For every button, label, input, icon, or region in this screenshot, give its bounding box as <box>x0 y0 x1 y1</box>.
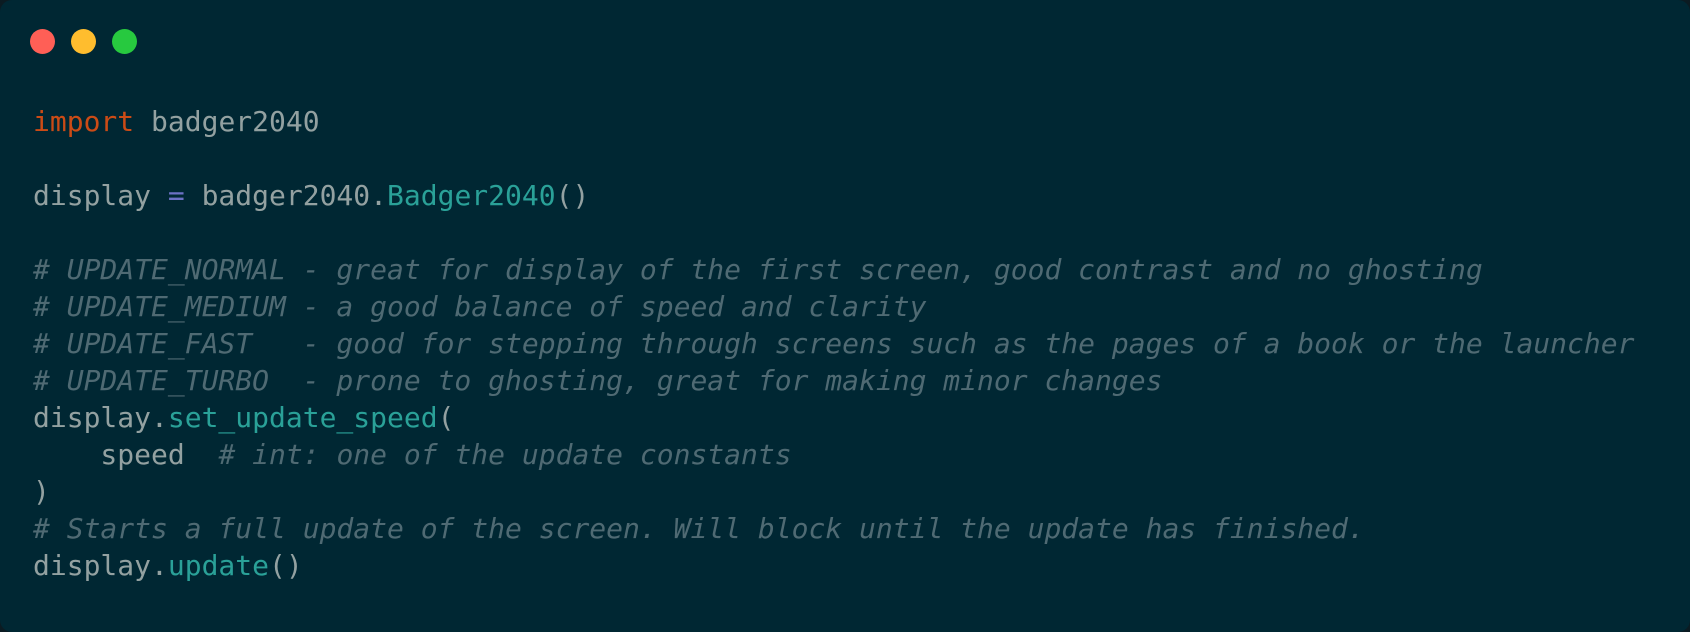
code-token-plain: display. <box>33 401 168 434</box>
code-token-function: Badger2040 <box>387 179 556 212</box>
close-dot-icon[interactable] <box>30 29 55 54</box>
code-token-comment: # UPDATE_TURBO - prone to ghosting, grea… <box>33 364 1163 397</box>
code-token-keyword: import <box>33 105 135 138</box>
code-token-plain: ) <box>33 475 50 508</box>
code-line: # Starts a full update of the screen. Wi… <box>33 510 1634 547</box>
code-token-function: update <box>167 549 270 582</box>
maximize-dot-icon[interactable] <box>112 29 137 54</box>
code-line: # UPDATE_NORMAL - great for display of t… <box>33 251 1634 288</box>
code-token-function: set_update_speed <box>167 401 438 434</box>
minimize-dot-icon[interactable] <box>71 29 96 54</box>
code-token-plain: display. <box>33 549 168 582</box>
code-block: import badger2040 display = badger2040.B… <box>33 103 1634 584</box>
code-token-plain: display <box>33 179 168 212</box>
code-token-plain: () <box>555 179 590 212</box>
code-line: display.update() <box>33 547 1634 584</box>
code-token-plain: () <box>269 549 303 582</box>
code-line: import badger2040 <box>33 103 1634 140</box>
code-line: display = badger2040.Badger2040() <box>33 177 1634 214</box>
window-controls <box>30 29 137 54</box>
code-token-operator: = <box>167 179 185 212</box>
code-line: ) <box>33 473 1634 510</box>
code-line: # UPDATE_FAST - good for stepping throug… <box>33 325 1634 362</box>
code-token-plain: badger2040 <box>134 105 320 138</box>
code-token-comment: # UPDATE_MEDIUM - a good balance of spee… <box>33 290 927 323</box>
code-line: # UPDATE_TURBO - prone to ghosting, grea… <box>33 362 1634 399</box>
code-token-plain: ( <box>437 401 455 434</box>
code-line: display.set_update_speed( <box>33 399 1634 436</box>
code-token-plain: badger2040. <box>184 179 388 212</box>
code-token-comment: # Starts a full update of the screen. Wi… <box>33 512 1365 545</box>
code-token-comment: # UPDATE_NORMAL - great for display of t… <box>33 253 1483 286</box>
code-token-comment: # int: one of the update constants <box>218 438 792 471</box>
code-line: # UPDATE_MEDIUM - a good balance of spee… <box>33 288 1634 325</box>
code-line: speed # int: one of the update constants <box>33 436 1634 473</box>
code-window: import badger2040 display = badger2040.B… <box>0 0 1690 632</box>
code-token-comment: # UPDATE_FAST - good for stepping throug… <box>33 327 1635 360</box>
code-token-plain: speed <box>33 438 219 471</box>
